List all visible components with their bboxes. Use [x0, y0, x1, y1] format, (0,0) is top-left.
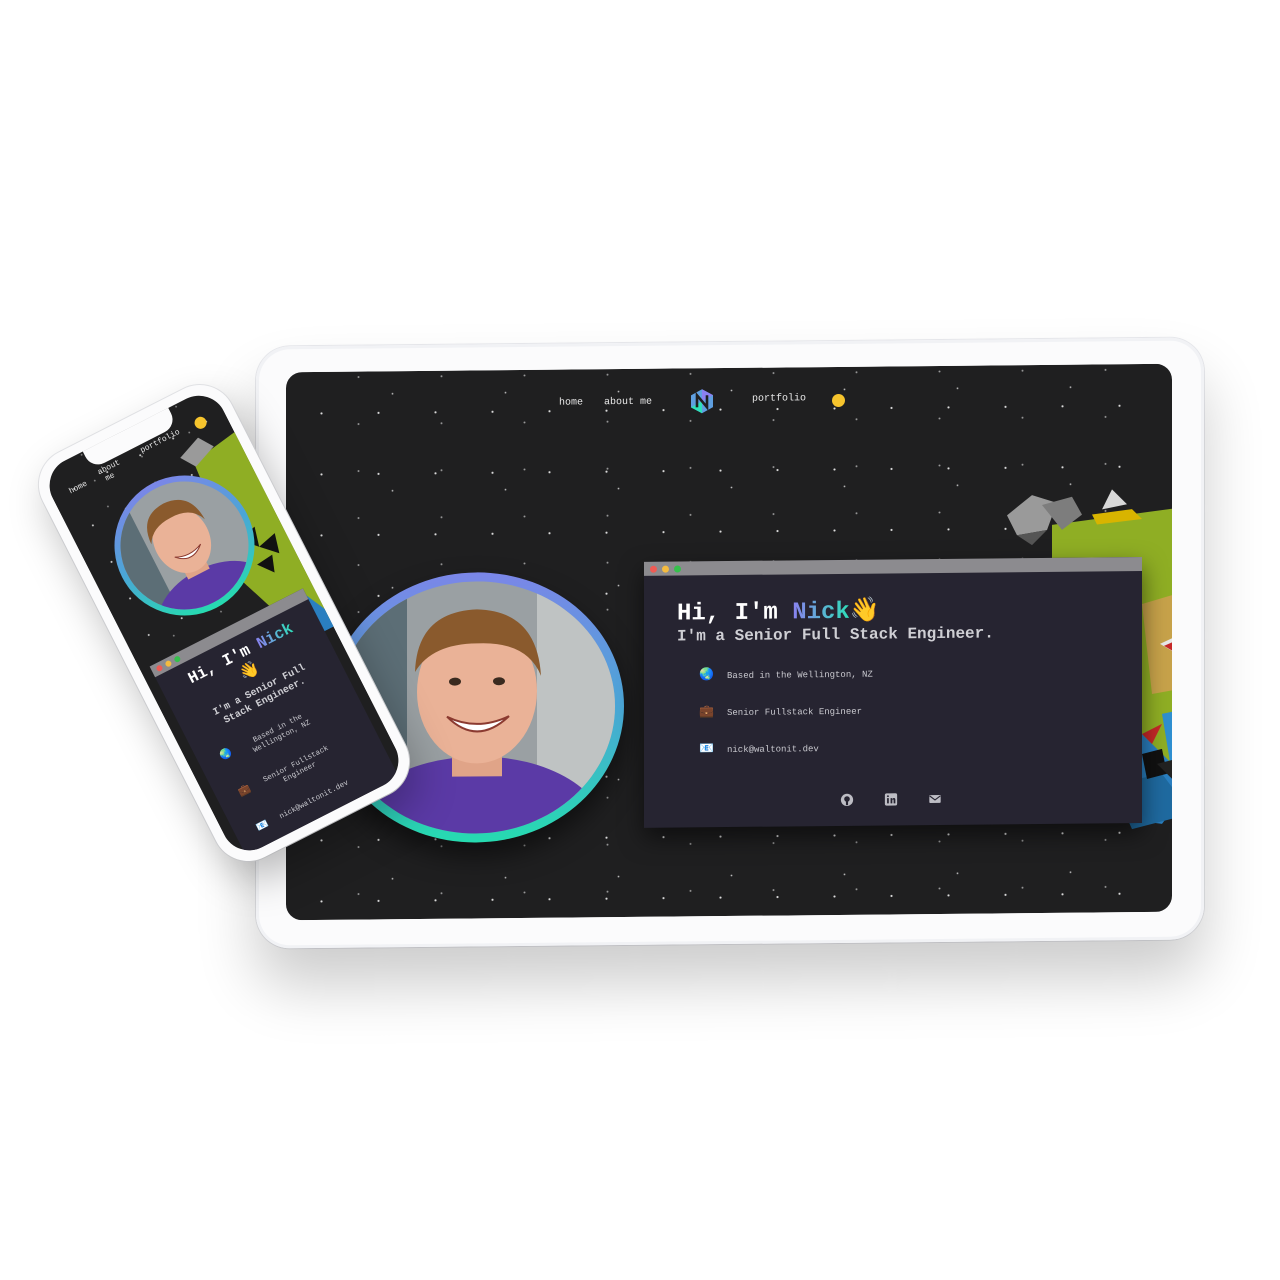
info-role: 💼 Senior Fullstack Engineer [699, 703, 863, 720]
hero-heading: Hi, I'm Nick👋 [677, 596, 880, 628]
info-email-text[interactable]: nick@waltonit.dev [727, 744, 819, 755]
phone-nav-home-link[interactable]: home [68, 480, 89, 497]
top-navigation: home about me portfolio [286, 384, 1172, 423]
github-icon[interactable] [840, 793, 854, 807]
briefcase-icon: 💼 [699, 705, 714, 720]
globe-icon: 🌏 [699, 668, 714, 683]
window-maximize-dot-icon [674, 565, 681, 573]
hero-subtitle: I'm a Senior Full Stack Engineer. [677, 624, 994, 646]
tablet-screen: home about me portfolio Hi, I'm Nick👋 I'… [286, 363, 1172, 921]
theme-toggle-sun-icon[interactable] [832, 393, 845, 408]
phone-window-minimize-dot-icon [164, 659, 173, 668]
tablet-mockup: home about me portfolio Hi, I'm Nick👋 I'… [256, 337, 1204, 949]
nav-about-link[interactable]: about me [604, 397, 652, 408]
nav-home-link[interactable]: home [559, 397, 583, 408]
phone-theme-toggle-sun-icon[interactable] [192, 414, 209, 431]
window-titlebar [644, 557, 1142, 576]
info-location-text: Based in the Wellington, NZ [727, 669, 873, 682]
site-logo-icon[interactable] [689, 388, 715, 414]
window-minimize-dot-icon [662, 565, 669, 573]
phone-hero-name: Nick [253, 619, 297, 654]
info-email: 📧 nick@waltonit.dev [699, 740, 819, 756]
info-location: 🌏 Based in the Wellington, NZ [699, 666, 873, 683]
window-close-dot-icon [650, 565, 657, 573]
nav-portfolio-link[interactable]: portfolio [752, 393, 806, 405]
hero-greeting: Hi, I'm [677, 599, 793, 628]
phone-window-maximize-dot-icon [173, 655, 182, 664]
linkedin-icon[interactable] [884, 792, 898, 806]
phone-window-close-dot-icon [155, 664, 164, 673]
envelope-icon: 📧 [699, 742, 714, 757]
intro-card-window: Hi, I'm Nick👋 I'm a Senior Full Stack En… [644, 557, 1142, 828]
wave-icon: 👋 [849, 598, 880, 626]
email-icon[interactable] [928, 792, 942, 806]
info-role-text: Senior Fullstack Engineer [727, 706, 863, 719]
hero-name: Nick [792, 598, 850, 627]
